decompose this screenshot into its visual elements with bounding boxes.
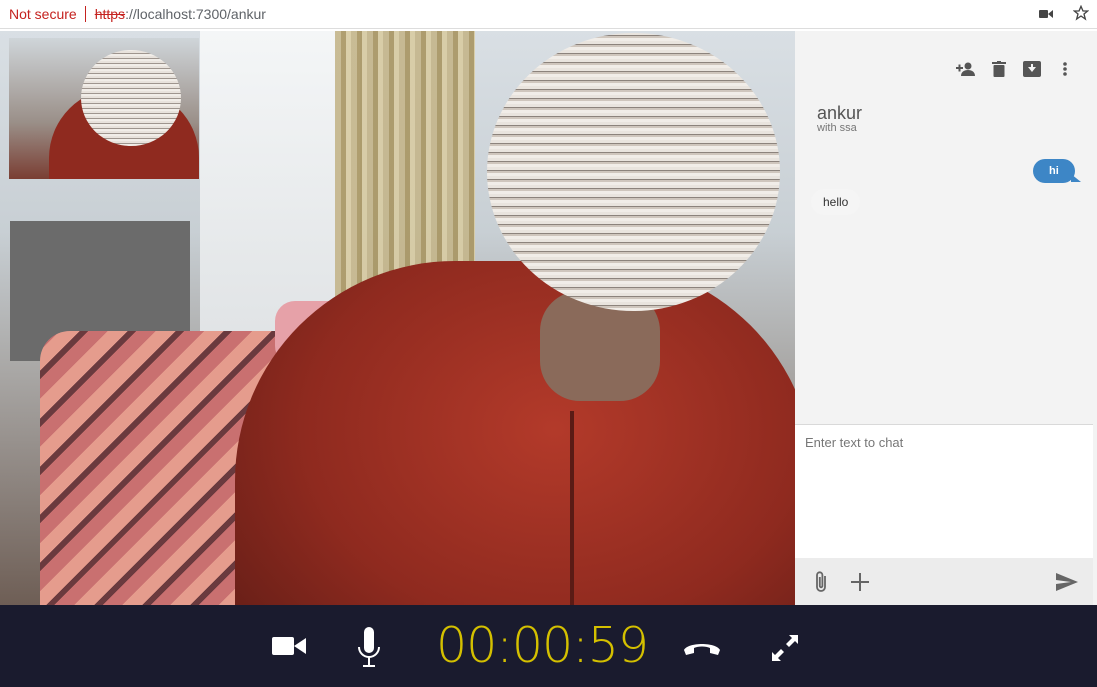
remote-video bbox=[0, 31, 795, 605]
url-protocol: https bbox=[94, 6, 126, 22]
chat-toolbar bbox=[955, 58, 1076, 80]
add-icon[interactable] bbox=[848, 570, 872, 594]
pip-face-blur bbox=[81, 50, 181, 146]
address-bar[interactable]: Not secure https ://localhost:7300/ankur bbox=[0, 0, 1097, 29]
star-icon[interactable] bbox=[1072, 4, 1090, 24]
microphone-icon[interactable] bbox=[356, 627, 382, 669]
chat-footer bbox=[795, 558, 1093, 606]
message-received: hello bbox=[811, 189, 861, 215]
call-timer: 00:00:59 bbox=[436, 617, 649, 674]
chat-contact-subtitle: with ssa bbox=[817, 122, 857, 134]
archive-icon[interactable] bbox=[1021, 58, 1043, 80]
hang-up-icon[interactable] bbox=[682, 638, 722, 656]
video-zipper bbox=[570, 411, 574, 605]
attach-icon[interactable] bbox=[809, 570, 833, 594]
call-controls-bar: 00:00:59 bbox=[0, 605, 1097, 687]
security-indicator[interactable]: Not secure bbox=[9, 6, 77, 22]
camera-icon[interactable] bbox=[1039, 6, 1053, 22]
add-person-icon[interactable] bbox=[955, 58, 977, 80]
video-person bbox=[235, 261, 795, 605]
chat-contact-name: ankur bbox=[817, 103, 863, 123]
url-path: ://localhost:7300/ankur bbox=[125, 6, 266, 22]
chat-input[interactable] bbox=[795, 424, 1093, 558]
fullscreen-icon[interactable] bbox=[772, 635, 798, 661]
delete-icon[interactable] bbox=[988, 58, 1010, 80]
local-video-pip[interactable] bbox=[9, 38, 199, 179]
face-blur-mask bbox=[487, 33, 780, 311]
more-vert-icon[interactable] bbox=[1054, 58, 1076, 80]
divider bbox=[84, 6, 86, 22]
message-sent: hi bbox=[1033, 159, 1081, 183]
send-icon[interactable] bbox=[1055, 570, 1079, 594]
chat-panel: ankur with ssa hi hello bbox=[795, 31, 1097, 606]
video-camera-icon[interactable] bbox=[272, 635, 306, 657]
